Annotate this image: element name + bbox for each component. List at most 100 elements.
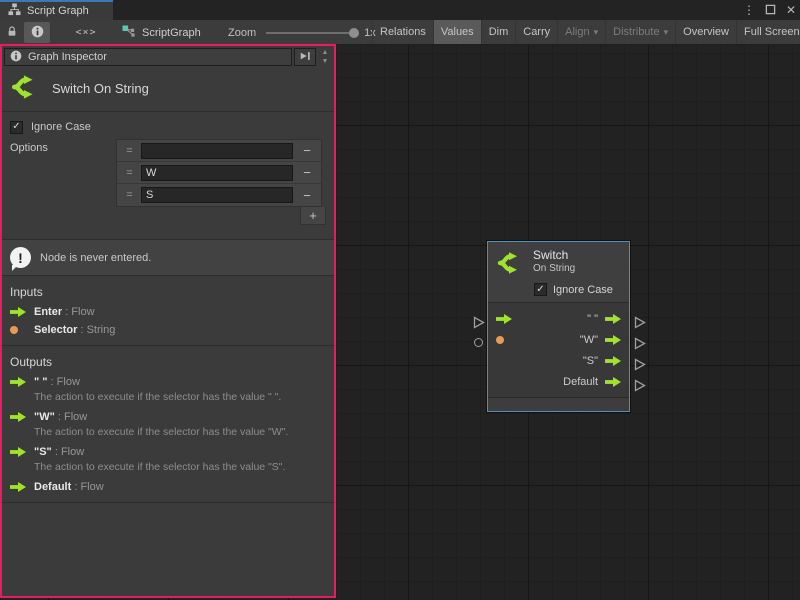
port-description: The action to execute if the selector ha… <box>2 391 334 408</box>
external-flow-output-port[interactable] <box>634 337 646 353</box>
chevron-down-icon: ▾ <box>594 27 599 38</box>
node-enter-port[interactable] <box>496 314 512 324</box>
dock-sidebar-button[interactable] <box>294 48 316 66</box>
output-port-row: "W" : Flow <box>2 408 334 426</box>
port-name: "S" <box>34 446 52 458</box>
flow-arrow-icon <box>605 314 621 324</box>
ignore-case-label: Ignore Case <box>31 121 91 133</box>
port-type: : Flow <box>55 446 84 458</box>
flow-arrow-icon <box>10 377 26 387</box>
outputs-section-header: Outputs <box>2 346 334 373</box>
switch-icon <box>10 72 40 105</box>
maximize-icon[interactable] <box>765 4 776 17</box>
option-value-input[interactable] <box>141 143 293 159</box>
node-output-row[interactable]: "W" <box>580 334 621 346</box>
option-row: = − <box>117 184 321 206</box>
inspector-toggle-button[interactable] <box>24 22 50 43</box>
close-icon[interactable]: ✕ <box>786 4 796 16</box>
node-output-label: "S" <box>583 355 598 367</box>
panel-scroll-arrows: ▲ ▼ <box>318 48 332 66</box>
external-flow-input-port[interactable] <box>473 316 485 332</box>
carry-button[interactable]: Carry <box>515 20 557 44</box>
port-description: The action to execute if the selector ha… <box>2 461 334 478</box>
node-header[interactable]: Switch On String ✓ Ignore Case <box>488 242 629 303</box>
tab-label: Script Graph <box>27 5 89 17</box>
remove-option-button[interactable]: − <box>293 188 321 203</box>
check-icon: ✓ <box>12 122 20 132</box>
check-icon: ✓ <box>536 285 544 295</box>
zoom-slider[interactable] <box>266 32 354 34</box>
drag-handle-icon[interactable]: = <box>117 145 141 157</box>
tab-script-graph[interactable]: Script Graph <box>0 0 113 20</box>
dim-button[interactable]: Dim <box>481 20 516 44</box>
warning-banner: ! Node is never entered. <box>2 239 334 276</box>
fullscreen-button[interactable]: Full Screen <box>736 20 800 44</box>
option-value-input[interactable] <box>141 165 293 181</box>
input-port-row: Enter : Flow <box>2 303 334 321</box>
port-type: : Flow <box>51 376 80 388</box>
lock-button[interactable] <box>2 22 22 43</box>
external-flow-output-port[interactable] <box>634 316 646 332</box>
node-subtitle: On String <box>533 263 575 274</box>
external-flow-output-port[interactable] <box>634 379 646 395</box>
port-type: : Flow <box>74 481 103 493</box>
remove-option-button[interactable]: − <box>293 143 321 158</box>
code-view-button[interactable]: <×> <box>66 22 106 43</box>
relations-button[interactable]: Relations <box>372 20 433 44</box>
port-type: : String <box>80 324 115 336</box>
info-icon <box>10 50 22 65</box>
node-output-row[interactable]: Default <box>563 376 621 388</box>
node-selector-port[interactable] <box>496 336 512 344</box>
align-dropdown[interactable]: Align▾ <box>557 20 605 44</box>
option-value-input[interactable] <box>141 187 293 203</box>
node-ignore-case-checkbox[interactable]: ✓ <box>534 283 547 296</box>
node-ignore-case-label: Ignore Case <box>553 284 613 296</box>
inspector-node-title: Switch On String <box>52 81 149 96</box>
flow-arrow-icon <box>10 307 26 317</box>
node-body: " " "W" "S" Default <box>488 303 629 397</box>
window-controls: ⋮ ✕ <box>743 0 796 20</box>
breadcrumb[interactable]: ScriptGraph <box>122 22 201 43</box>
remove-option-button[interactable]: − <box>293 165 321 180</box>
node-output-row[interactable]: "S" <box>583 355 621 367</box>
scroll-down-icon[interactable]: ▼ <box>322 58 329 65</box>
input-port-row: Selector : String <box>2 321 334 339</box>
breadcrumb-label: ScriptGraph <box>142 27 201 39</box>
output-port-row: "S" : Flow <box>2 443 334 461</box>
flow-arrow-icon <box>605 377 621 387</box>
port-type: : Flow <box>58 411 87 423</box>
output-port-row: " " : Flow <box>2 373 334 391</box>
node-output-label: " " <box>587 313 598 325</box>
port-name: Enter <box>34 306 62 318</box>
node-output-row[interactable]: " " <box>587 313 621 325</box>
overview-button[interactable]: Overview <box>675 20 736 44</box>
port-type: : Flow <box>65 306 94 318</box>
options-label: Options <box>10 139 116 225</box>
output-port-row: Default : Flow <box>2 478 334 496</box>
scroll-up-icon[interactable]: ▲ <box>322 49 329 56</box>
window-menu-icon[interactable]: ⋮ <box>743 4 755 16</box>
distribute-dropdown[interactable]: Distribute▾ <box>605 20 675 44</box>
flow-arrow-icon <box>10 447 26 457</box>
graph-toolbar: <×> ScriptGraph Zoom 1x Relations Values… <box>0 20 800 45</box>
port-name: Selector <box>34 324 77 336</box>
external-flow-output-port[interactable] <box>634 358 646 374</box>
flow-arrow-icon <box>605 356 621 366</box>
code-icon: <×> <box>75 27 96 38</box>
add-option-button[interactable]: + <box>300 207 326 225</box>
port-name: "W" <box>34 411 55 423</box>
zoom-slider-handle[interactable] <box>349 28 359 38</box>
drag-handle-icon[interactable]: = <box>117 189 141 201</box>
flow-arrow-icon <box>10 482 26 492</box>
inspector-header: Graph Inspector <box>4 48 292 66</box>
switch-on-string-node[interactable]: Switch On String ✓ Ignore Case " " "W" <box>487 241 630 412</box>
values-button[interactable]: Values <box>433 20 481 44</box>
ignore-case-checkbox[interactable]: ✓ <box>10 121 23 134</box>
drag-handle-icon[interactable]: = <box>117 167 141 179</box>
node-output-label: Default <box>563 376 598 388</box>
inspector-empty-area <box>2 503 334 596</box>
toolbar-buttons: Relations Values Dim Carry Align▾ Distri… <box>372 20 800 44</box>
external-value-input-port[interactable] <box>474 338 483 347</box>
lock-icon <box>6 25 18 41</box>
flow-arrow-icon <box>605 335 621 345</box>
